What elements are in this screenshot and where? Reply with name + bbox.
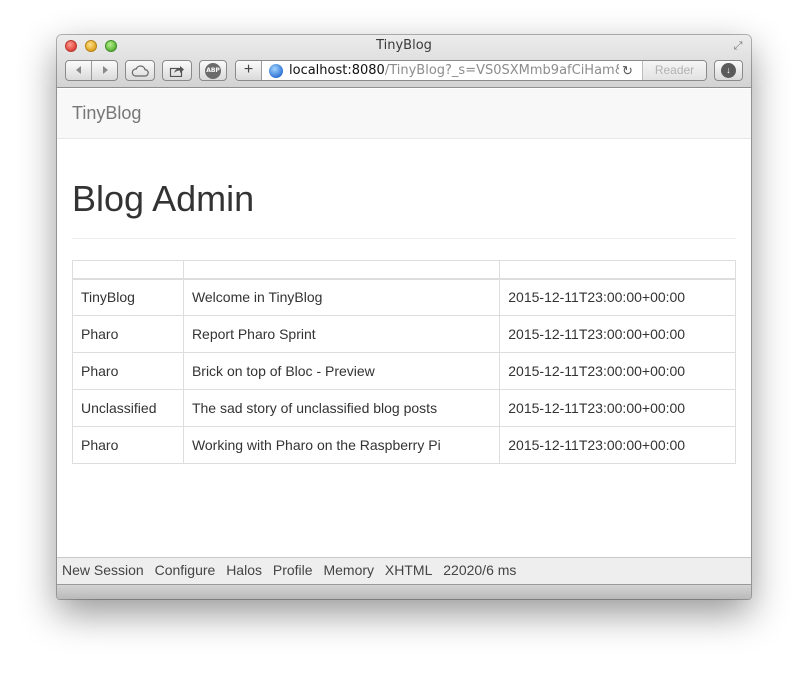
window-title: TinyBlog <box>376 38 432 53</box>
posts-table: TinyBlog Welcome in TinyBlog 2015-12-11T… <box>72 260 736 464</box>
title-bar: TinyBlog ⤢ ABP + localhost:8080/TinyBlog… <box>57 35 751 88</box>
post-category: Pharo <box>72 352 184 390</box>
post-category: Pharo <box>72 426 184 464</box>
fullscreen-icon[interactable]: ⤢ <box>731 39 745 53</box>
table-row: Pharo Report Pharo Sprint 2015-12-11T23:… <box>72 315 736 353</box>
profile-link[interactable]: Profile <box>273 562 313 578</box>
address-bar[interactable]: + localhost:8080/TinyBlog?_s=VS0SXMmb9af… <box>235 60 707 81</box>
table-row: Pharo Brick on top of Bloc - Preview 201… <box>72 352 736 390</box>
navbar: TinyBlog <box>57 89 751 139</box>
post-category: Pharo <box>72 315 184 353</box>
table-header-cell <box>182 260 501 280</box>
post-category: Unclassified <box>72 389 184 427</box>
url-field[interactable]: localhost:8080/TinyBlog?_s=VS0SXMmb9afCi… <box>289 63 619 79</box>
url-host: localhost:8080 <box>289 63 385 78</box>
forward-button[interactable] <box>92 61 118 80</box>
post-title: Working with Pharo on the Raspberry Pi <box>182 426 501 464</box>
forward-icon <box>103 66 108 74</box>
icloud-icon <box>131 65 149 77</box>
halos-link[interactable]: Halos <box>226 562 262 578</box>
table-header-cell <box>499 260 736 280</box>
post-date: 2015-12-11T23:00:00+00:00 <box>499 315 736 353</box>
post-date: 2015-12-11T23:00:00+00:00 <box>499 352 736 390</box>
post-title: The sad story of unclassified blog posts <box>182 389 501 427</box>
new-tab-button[interactable]: + <box>236 61 262 80</box>
post-category: TinyBlog <box>72 278 184 316</box>
post-title: Brick on top of Bloc - Preview <box>182 352 501 390</box>
icloud-tabs-button[interactable] <box>125 60 155 81</box>
reload-icon[interactable]: ↻ <box>622 62 636 79</box>
download-icon: ↓ <box>721 63 736 78</box>
share-icon <box>169 66 184 77</box>
browser-window: TinyBlog ⤢ ABP + localhost:8080/TinyBlog… <box>57 35 751 599</box>
post-date: 2015-12-11T23:00:00+00:00 <box>499 389 736 427</box>
post-title: Welcome in TinyBlog <box>182 278 501 316</box>
page-content: TinyBlog Blog Admin TinyBlog Welcome in … <box>57 89 751 584</box>
page-header: Blog Admin <box>72 177 736 239</box>
reader-button[interactable]: Reader <box>642 61 706 80</box>
globe-icon <box>269 64 283 78</box>
adblock-icon: ABP <box>205 63 221 79</box>
post-date: 2015-12-11T23:00:00+00:00 <box>499 278 736 316</box>
table-header-cell <box>72 260 184 280</box>
table-header-row <box>72 260 736 280</box>
post-date: 2015-12-11T23:00:00+00:00 <box>499 426 736 464</box>
status-bar <box>57 584 751 599</box>
url-path: /TinyBlog?_s=VS0SXMmb9afCiHam&_k=8 <box>384 63 619 78</box>
navbar-brand[interactable]: TinyBlog <box>72 103 141 124</box>
page-title: Blog Admin <box>72 178 255 219</box>
post-title: Report Pharo Sprint <box>182 315 501 353</box>
seaside-toolbar: New Session Configure Halos Profile Memo… <box>57 557 751 584</box>
xhtml-link[interactable]: XHTML <box>385 562 432 578</box>
render-timing: 22020/6 ms <box>443 562 517 578</box>
downloads-button[interactable]: ↓ <box>714 60 743 81</box>
configure-link[interactable]: Configure <box>155 562 216 578</box>
back-forward-buttons <box>65 60 118 81</box>
back-button[interactable] <box>66 61 92 80</box>
share-button[interactable] <box>162 60 192 81</box>
table-row: Pharo Working with Pharo on the Raspberr… <box>72 426 736 464</box>
adblock-button[interactable]: ABP <box>199 60 227 81</box>
table-row: Unclassified The sad story of unclassifi… <box>72 389 736 427</box>
memory-link[interactable]: Memory <box>323 562 374 578</box>
back-icon <box>75 66 81 74</box>
new-session-link[interactable]: New Session <box>62 562 144 578</box>
table-row: TinyBlog Welcome in TinyBlog 2015-12-11T… <box>72 278 736 316</box>
